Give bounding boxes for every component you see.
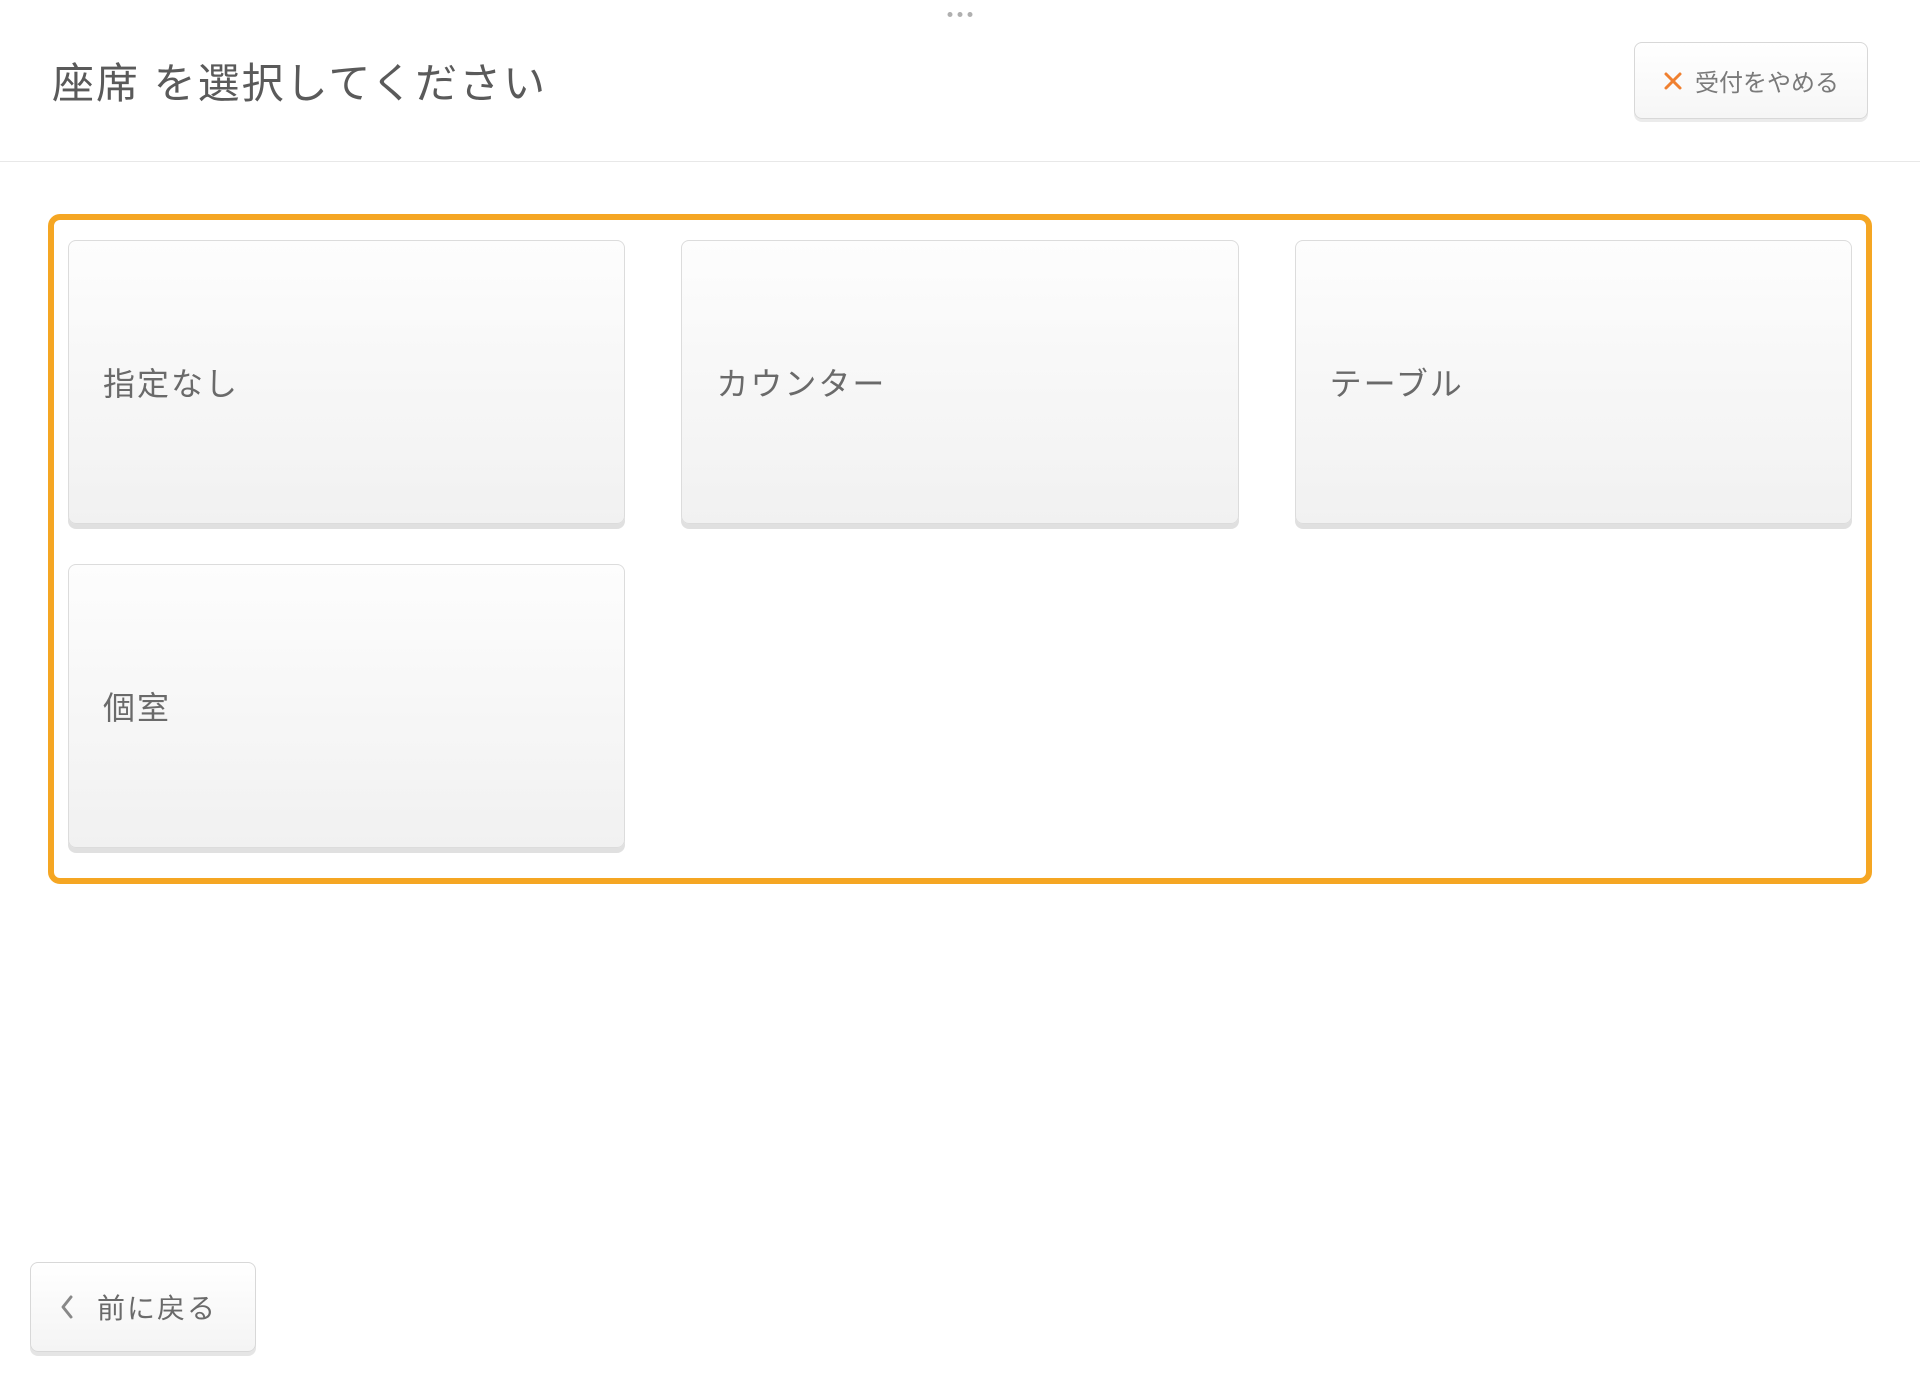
window-drag-handle (948, 12, 973, 17)
seat-option-private-room[interactable]: 個室 (68, 564, 625, 848)
seat-option-counter[interactable]: カウンター (681, 240, 1238, 524)
chevron-left-icon (59, 1294, 75, 1320)
option-label: テーブル (1330, 359, 1464, 405)
back-button-label: 前に戻る (97, 1287, 217, 1327)
option-label: 個室 (103, 683, 171, 729)
seat-option-table[interactable]: テーブル (1295, 240, 1852, 524)
option-label: カウンター (716, 359, 886, 405)
seat-option-no-preference[interactable]: 指定なし (68, 240, 625, 524)
close-icon (1663, 71, 1683, 91)
header: 座席 を選択してください 受付をやめる (0, 0, 1920, 162)
seat-selection-panel: 指定なし カウンター テーブル 個室 (48, 214, 1872, 884)
footer: 前に戻る (30, 1262, 256, 1352)
cancel-button-label: 受付をやめる (1695, 63, 1839, 98)
page-title: 座席 を選択してください (52, 50, 547, 111)
option-label: 指定なし (103, 359, 239, 405)
back-button[interactable]: 前に戻る (30, 1262, 256, 1352)
cancel-reception-button[interactable]: 受付をやめる (1634, 42, 1868, 119)
options-grid: 指定なし カウンター テーブル 個室 (68, 240, 1852, 848)
